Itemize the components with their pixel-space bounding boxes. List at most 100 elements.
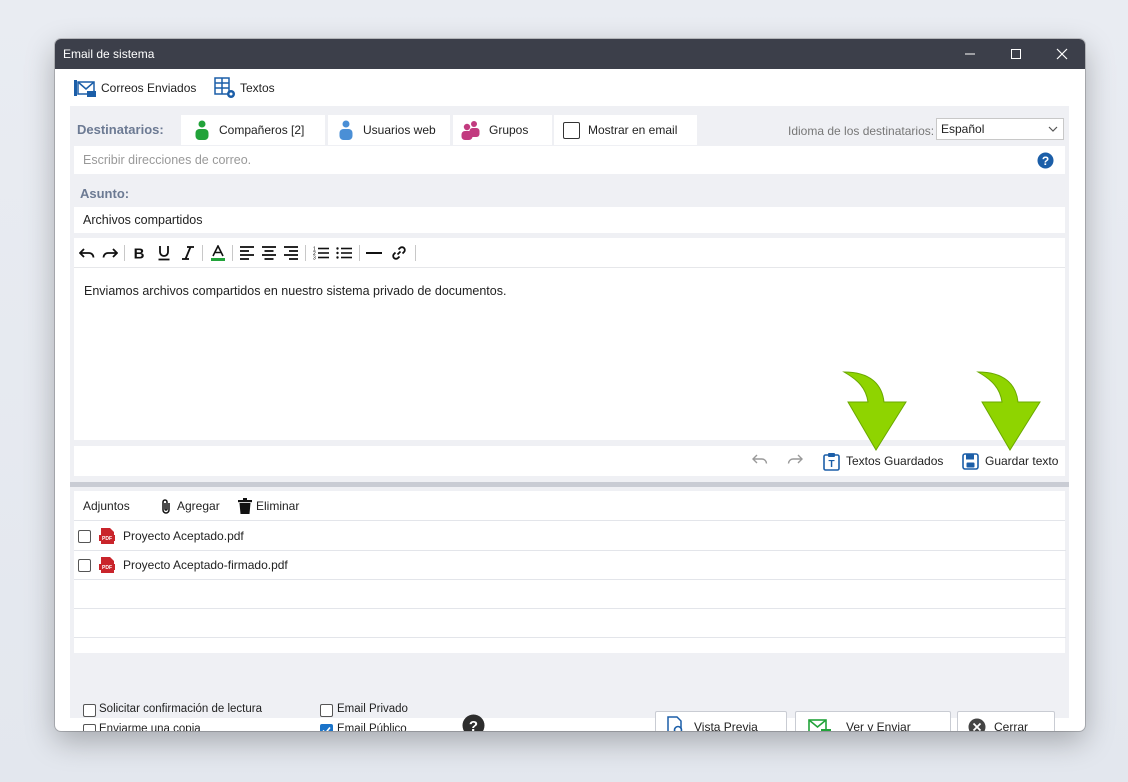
attachment-name: Proyecto Aceptado.pdf	[123, 529, 244, 543]
delete-attachment-label: Eliminar	[256, 499, 300, 513]
public-email-checkbox[interactable]	[320, 724, 333, 731]
sent-emails-button[interactable]: Correos Enviados	[73, 77, 196, 99]
attachment-checkbox[interactable]	[78, 558, 91, 572]
view-send-label: Ver y Enviar	[846, 720, 911, 731]
align-left-icon	[240, 246, 254, 260]
bold-icon: B	[134, 246, 145, 260]
tab-web-users-label: Usuarios web	[363, 123, 436, 137]
save-text-button[interactable]: Guardar texto	[962, 451, 1058, 471]
svg-text:?: ?	[469, 718, 478, 731]
splitter[interactable]	[70, 482, 1069, 487]
close-icon	[1056, 48, 1068, 60]
close-button[interactable]: Cerrar	[957, 711, 1055, 731]
send-mail-icon	[808, 719, 831, 731]
show-in-email-toggle[interactable]: Mostrar en email	[554, 115, 697, 145]
language-label: Idioma de los destinatarios:	[788, 124, 935, 138]
attachment-checkbox[interactable]	[78, 529, 91, 543]
undo-format-button[interactable]	[78, 244, 96, 262]
bold-button[interactable]: B	[131, 244, 147, 262]
toolbar-separator	[202, 245, 203, 261]
undo-button[interactable]	[752, 453, 768, 468]
read-confirmation-checkbox[interactable]	[83, 704, 96, 717]
list-item-empty	[74, 609, 1066, 638]
read-confirmation-label: Solicitar confirmación de lectura	[99, 703, 262, 715]
minimize-icon	[965, 53, 975, 55]
bullet-list-button[interactable]	[335, 244, 353, 262]
recipients-label: Destinatarios:	[77, 122, 164, 137]
font-color-button[interactable]	[210, 244, 226, 262]
subject-value: Archivos compartidos	[83, 213, 203, 227]
trash-icon	[238, 498, 252, 514]
add-attachment-label: Agregar	[177, 499, 220, 513]
toolbar-separator	[124, 245, 125, 261]
horizontal-rule-button[interactable]	[365, 244, 383, 262]
main-toolbar: Correos Enviados Textos	[55, 69, 1085, 105]
texts-label: Textos	[240, 81, 275, 95]
undo-icon	[79, 248, 95, 258]
tab-groups[interactable]: Grupos	[453, 115, 552, 145]
close-label: Cerrar	[994, 720, 1029, 731]
close-window-button[interactable]	[1039, 39, 1085, 69]
view-send-button[interactable]: Ver y Enviar	[795, 711, 951, 731]
italic-button[interactable]	[180, 244, 196, 262]
redo-button[interactable]	[787, 453, 803, 468]
title-bar: Email de sistema	[55, 39, 1085, 69]
private-email-checkbox[interactable]	[320, 704, 333, 717]
toolbar-separator	[415, 245, 416, 261]
language-select[interactable]: Español	[936, 118, 1064, 140]
list-item[interactable]: PDF Proyecto Aceptado-firmado.pdf	[74, 551, 1066, 580]
arrow-pointer-icon	[976, 371, 1041, 451]
paperclip-icon	[162, 498, 170, 514]
main-panel: Destinatarios: Compañeros [2] Usuarios w…	[70, 106, 1069, 731]
texts-grid-icon	[214, 77, 235, 98]
window-title: Email de sistema	[63, 47, 155, 61]
address-placeholder: Escribir direcciones de correo.	[83, 153, 252, 167]
address-input[interactable]: Escribir direcciones de correo. ?	[74, 146, 1065, 174]
help-icon[interactable]: ?	[462, 714, 485, 731]
numbered-list-button[interactable]: 123	[312, 244, 330, 262]
attachment-name: Proyecto Aceptado-firmado.pdf	[123, 558, 288, 572]
redo-icon	[102, 248, 118, 258]
preview-doc-icon	[667, 716, 683, 731]
link-icon	[392, 246, 406, 260]
send-copy-checkbox[interactable]	[83, 724, 96, 731]
texts-button[interactable]: Textos	[214, 77, 275, 99]
align-left-button[interactable]	[239, 244, 255, 262]
toolbar-separator	[305, 245, 306, 261]
language-value: Español	[941, 122, 985, 136]
align-center-button[interactable]	[261, 244, 277, 262]
numbered-list-icon: 123	[313, 247, 329, 260]
redo-icon	[787, 454, 803, 464]
saved-texts-icon: T	[823, 452, 840, 471]
list-item[interactable]: PDF Proyecto Aceptado.pdf	[74, 522, 1066, 551]
help-icon[interactable]: ?	[1037, 152, 1054, 169]
subject-input[interactable]: Archivos compartidos	[74, 207, 1065, 233]
preview-button[interactable]: Vista Previa	[655, 711, 787, 731]
chevron-down-icon	[1048, 126, 1058, 132]
redo-format-button[interactable]	[101, 244, 119, 262]
pdf-file-icon: PDF	[99, 528, 115, 544]
svg-text:B: B	[134, 246, 145, 260]
svg-text:T: T	[828, 459, 834, 470]
tab-colleagues[interactable]: Compañeros [2]	[181, 115, 325, 145]
horizontal-rule-icon	[366, 252, 382, 254]
underline-button[interactable]	[156, 244, 172, 262]
private-email-label: Email Privado	[337, 703, 408, 715]
show-in-email-checkbox[interactable]	[563, 121, 580, 139]
editor-toolbar-divider	[74, 267, 1065, 268]
tab-colleagues-label: Compañeros [2]	[219, 123, 305, 137]
maximize-icon	[1011, 49, 1021, 59]
minimize-button[interactable]	[947, 39, 993, 69]
link-button[interactable]	[390, 244, 408, 262]
undo-icon	[752, 454, 768, 464]
maximize-button[interactable]	[993, 39, 1039, 69]
close-circle-icon	[968, 718, 986, 731]
delete-attachment-button[interactable]: Eliminar	[238, 496, 299, 516]
align-right-button[interactable]	[283, 244, 299, 262]
bullet-list-icon	[336, 247, 352, 259]
saved-texts-button[interactable]: T Textos Guardados	[823, 451, 943, 471]
tab-web-users[interactable]: Usuarios web	[328, 115, 450, 145]
underline-icon	[158, 246, 170, 261]
add-attachment-button[interactable]: Agregar	[160, 496, 220, 516]
web-user-icon	[339, 120, 353, 140]
